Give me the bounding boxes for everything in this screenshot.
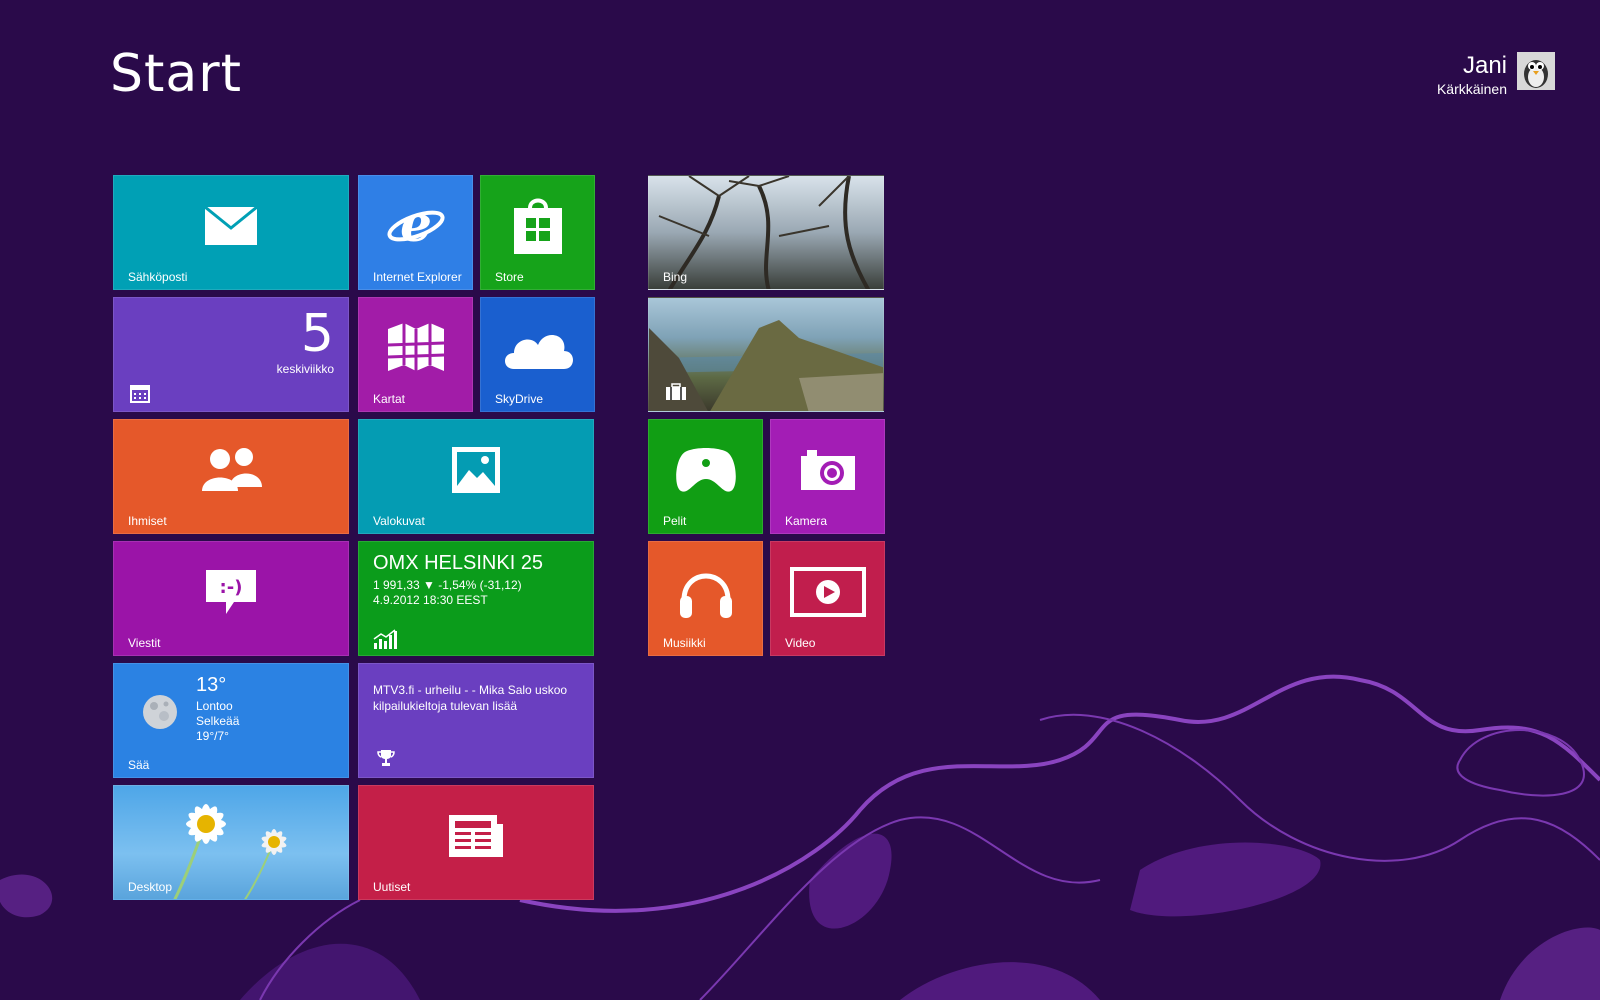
- chat-icon: :-): [206, 569, 256, 614]
- calendar-weekday: keskiviikko: [276, 362, 334, 376]
- video-icon: [789, 566, 866, 617]
- tile-sports[interactable]: MTV3.fi - urheilu - - Mika Salo uskoo ki…: [358, 663, 594, 778]
- trophy-icon: [377, 750, 395, 766]
- tile-video[interactable]: Video: [770, 541, 885, 656]
- weather-temperature: 13°: [196, 674, 227, 696]
- tile-label: Sää: [128, 758, 150, 772]
- tile-internet-explorer[interactable]: e Internet Explorer: [358, 175, 473, 290]
- tile-photos[interactable]: Valokuvat: [358, 419, 594, 534]
- tile-label: Video: [785, 636, 816, 650]
- page-title: Start: [110, 44, 243, 104]
- user-account[interactable]: Jani Kärkkäinen: [1437, 52, 1555, 98]
- tile-desktop[interactable]: Desktop: [113, 785, 349, 900]
- weather-condition: Selkeää: [196, 714, 240, 728]
- tile-label: Sähköposti: [128, 270, 188, 284]
- store-icon: [513, 198, 562, 254]
- tile-bing[interactable]: Bing: [648, 175, 884, 290]
- mail-icon: [204, 205, 258, 245]
- tile-music[interactable]: Musiikki: [648, 541, 763, 656]
- tile-people[interactable]: Ihmiset: [113, 419, 349, 534]
- tile-travel[interactable]: [648, 297, 884, 412]
- cloud-icon: [504, 334, 573, 369]
- tile-weather[interactable]: 13° Lontoo Selkeää 19°/7° Sää: [113, 663, 349, 778]
- tile-label: Ihmiset: [128, 514, 167, 528]
- tile-store[interactable]: Store: [480, 175, 595, 290]
- tile-messaging[interactable]: :-) Viestit: [113, 541, 349, 656]
- avatar[interactable]: [1517, 52, 1555, 90]
- tile-label: Kamera: [785, 514, 828, 528]
- tile-label: Desktop: [128, 880, 173, 894]
- tile-calendar[interactable]: 5 keskiviikko: [113, 297, 349, 412]
- calendar-icon: [130, 385, 150, 403]
- tile-label: Valokuvat: [373, 514, 425, 528]
- finance-change: 1 991,33 ▼ -1,54% (-31,12): [373, 578, 522, 592]
- tile-label: Bing: [663, 270, 688, 284]
- tile-label: Kartat: [373, 392, 406, 406]
- tile-label: Pelit: [663, 514, 687, 528]
- gamepad-icon: [675, 447, 736, 492]
- headphones-icon: [679, 573, 732, 618]
- tile-label: Uutiset: [373, 880, 411, 894]
- internet-explorer-icon: e: [386, 199, 445, 253]
- tile-maps[interactable]: Kartat: [358, 297, 473, 412]
- photo-icon: [452, 446, 500, 493]
- weather-city: Lontoo: [196, 699, 233, 713]
- user-first-name: Jani: [1462, 52, 1507, 79]
- tile-label: Viestit: [128, 636, 161, 650]
- tile-label: Musiikki: [663, 636, 706, 650]
- tile-label: Internet Explorer: [373, 270, 462, 284]
- weather-range: 19°/7°: [196, 729, 229, 743]
- tile-camera[interactable]: Kamera: [770, 419, 885, 534]
- user-last-name: Kärkkäinen: [1436, 81, 1507, 97]
- finance-index-name: OMX HELSINKI 25: [373, 552, 544, 574]
- suitcase-icon: [666, 383, 686, 400]
- calendar-day-number: 5: [300, 304, 334, 364]
- penguin-avatar-icon: [1517, 52, 1555, 90]
- sports-headline: MTV3.fi - urheilu - - Mika Salo uskoo ki…: [373, 683, 568, 713]
- finance-datetime: 4.9.2012 18:30 EEST: [373, 593, 488, 607]
- svg-text:e: e: [400, 199, 432, 253]
- map-icon: [387, 322, 444, 371]
- tile-finance[interactable]: OMX HELSINKI 25 1 991,33 ▼ -1,54% (-31,1…: [358, 541, 594, 656]
- tile-games[interactable]: Pelit: [648, 419, 763, 534]
- chart-icon: [373, 629, 397, 649]
- people-icon: [202, 447, 262, 491]
- camera-icon: [800, 449, 855, 490]
- tile-skydrive[interactable]: SkyDrive: [480, 297, 595, 412]
- tile-label: Store: [495, 270, 524, 284]
- tile-news[interactable]: Uutiset: [358, 785, 594, 900]
- moon-icon: [143, 695, 177, 729]
- tile-label: SkyDrive: [495, 392, 544, 406]
- newspaper-icon: [449, 814, 503, 857]
- tile-mail[interactable]: Sähköposti: [113, 175, 349, 290]
- svg-text::-): :-): [220, 577, 243, 598]
